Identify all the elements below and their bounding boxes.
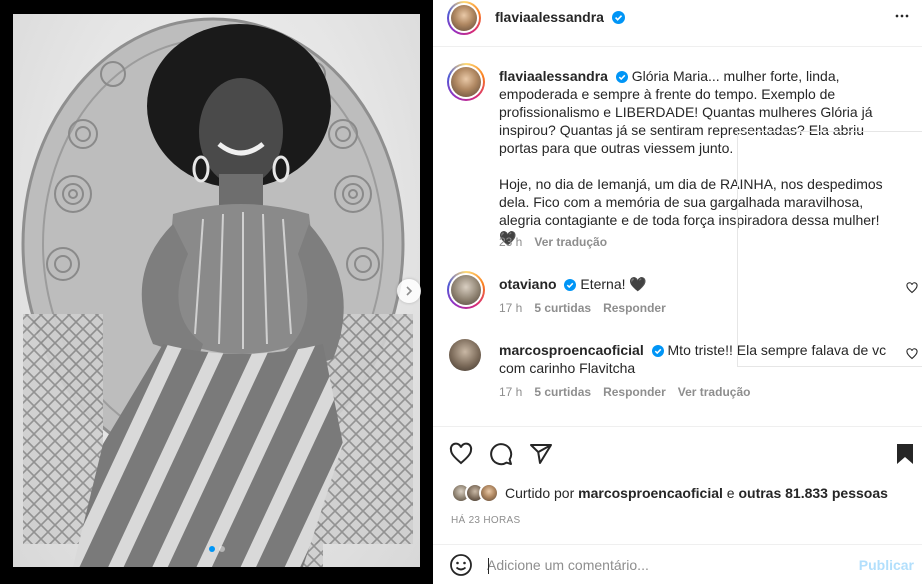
bookmark-icon <box>897 444 913 464</box>
caption-time[interactable]: 23 h <box>499 235 522 249</box>
carousel-dot <box>218 546 225 552</box>
emoji-button[interactable] <box>449 553 473 580</box>
author-username[interactable]: flaviaalessandra <box>495 9 604 25</box>
caption-meta: 23 h Ver tradução <box>499 235 607 249</box>
caption-translate-link[interactable]: Ver tradução <box>534 235 607 249</box>
like-button[interactable] <box>449 442 473 469</box>
comment-time[interactable]: 17 h <box>499 385 522 399</box>
verified-badge-icon <box>611 11 625 24</box>
text-caret <box>488 558 489 574</box>
add-comment-bar: Publicar <box>433 544 922 584</box>
more-horizontal-icon <box>895 14 909 18</box>
commenter-avatar[interactable] <box>449 339 481 371</box>
post-timestamp[interactable]: HÁ 23 HORAS <box>451 515 520 526</box>
publish-comment-button[interactable]: Publicar <box>859 557 914 573</box>
post-actions: Curtido por marcosproencaoficial e outra… <box>433 426 922 544</box>
comment-likes-count[interactable]: 5 curtidas <box>534 385 591 399</box>
carousel-indicator <box>0 546 433 552</box>
verified-badge-icon <box>564 279 577 291</box>
commenter-avatar[interactable] <box>447 271 485 309</box>
comment-button[interactable] <box>489 442 513 469</box>
verified-badge-icon <box>651 345 664 357</box>
liked-by-prefix: Curtido por <box>505 485 575 501</box>
send-icon <box>530 444 552 464</box>
post-header: flaviaalessandra <box>433 0 922 35</box>
liked-by-connector: e <box>726 485 735 501</box>
overlay-panel-edge <box>737 131 922 367</box>
heart-icon <box>449 442 473 465</box>
share-button[interactable] <box>529 442 553 469</box>
heart-icon <box>906 348 918 360</box>
chevron-right-icon <box>406 286 413 296</box>
comment-likes-count[interactable]: 5 curtidas <box>534 301 591 315</box>
post-details-panel: flaviaalessandra flaviaalessandra Glória… <box>433 0 922 584</box>
comment-meta: 17 h 5 curtidas Responder Ver tradução <box>499 385 750 399</box>
comment-time[interactable]: 17 h <box>499 301 522 315</box>
carousel-next-button[interactable] <box>397 279 421 303</box>
comment-input[interactable] <box>487 557 847 573</box>
comment-meta: 17 h 5 curtidas Responder <box>499 301 666 315</box>
emoji-icon <box>450 554 472 576</box>
comment-like-button[interactable] <box>906 281 918 297</box>
comment-translate-link[interactable]: Ver tradução <box>678 385 751 399</box>
comment-username[interactable]: marcosproencaoficial <box>499 342 644 358</box>
post-photo[interactable] <box>13 14 420 567</box>
liker-avatar <box>479 483 499 503</box>
author-avatar[interactable] <box>447 1 481 35</box>
comment-reply-button[interactable]: Responder <box>603 385 666 399</box>
save-button[interactable] <box>895 442 915 469</box>
liked-by-others-link[interactable]: outras 81.833 pessoas <box>738 485 887 501</box>
comment-icon <box>490 443 513 466</box>
caption-username[interactable]: flaviaalessandra <box>499 68 608 84</box>
comment-username[interactable]: otaviano <box>499 276 557 292</box>
instagram-post-view: flaviaalessandra flaviaalessandra Glória… <box>0 0 922 584</box>
caption-author-avatar[interactable] <box>447 63 485 101</box>
comments-section: flaviaalessandra Glória Maria... mulher … <box>433 46 922 426</box>
media-panel <box>0 0 433 584</box>
comment-reply-button[interactable]: Responder <box>603 301 666 315</box>
liked-by-text: Curtido por marcosproencaoficial e outra… <box>505 485 888 501</box>
more-options-button[interactable] <box>892 6 912 29</box>
carousel-dot-active <box>208 546 215 552</box>
comment-like-button[interactable] <box>906 347 918 363</box>
photo-illustration <box>21 17 413 567</box>
heart-icon <box>906 282 918 294</box>
comment-body: Eterna! 🖤 <box>580 276 647 292</box>
liked-by-row: Curtido por marcosproencaoficial e outra… <box>451 483 888 503</box>
verified-badge-icon <box>615 71 628 83</box>
liked-by-user-link[interactable]: marcosproencaoficial <box>578 485 723 501</box>
